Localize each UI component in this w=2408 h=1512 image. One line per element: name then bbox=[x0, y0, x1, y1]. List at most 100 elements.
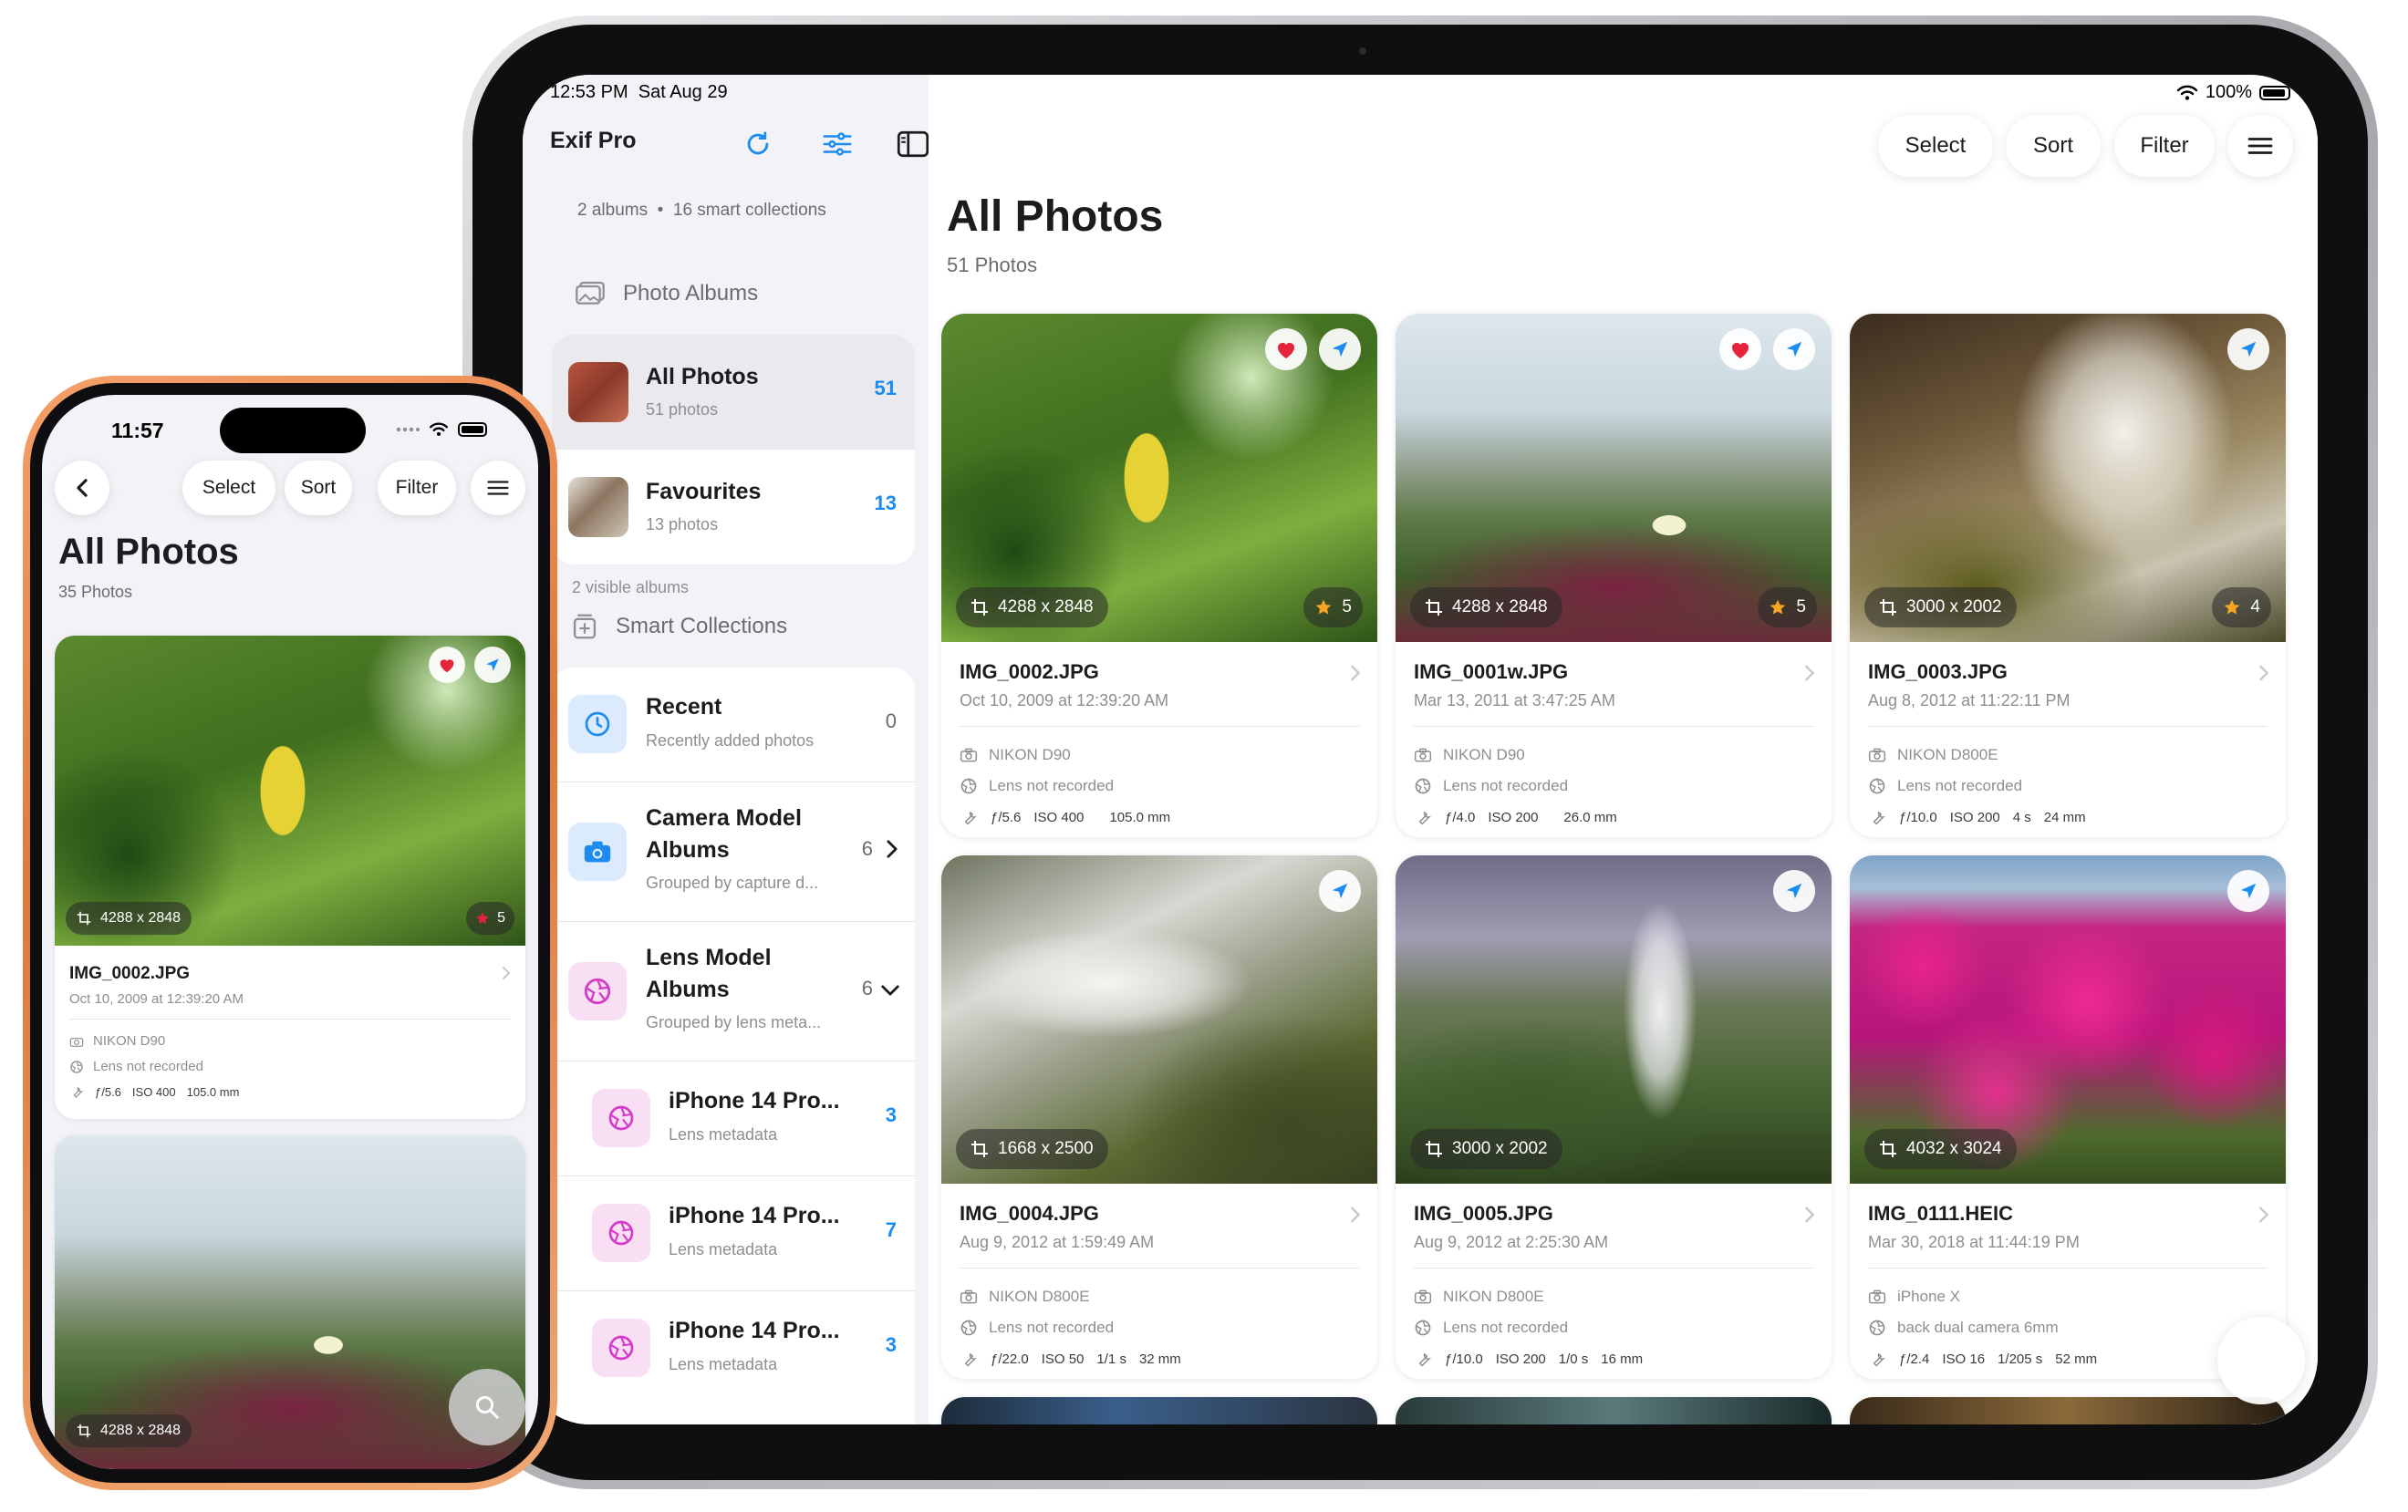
refresh-icon[interactable] bbox=[738, 124, 778, 164]
photo-card[interactable]: 3000 x 2002 4 IMG_0003.JPG Aug 8, 2012 a… bbox=[1850, 314, 2286, 837]
divider bbox=[69, 1019, 511, 1020]
photo-card[interactable]: 1668 x 2500 IMG_0004.JPG Aug 9, 2012 at … bbox=[941, 855, 1377, 1379]
album-count: 51 bbox=[874, 377, 897, 399]
rating-badge: 5 bbox=[1303, 587, 1363, 627]
lens-row: Lens not recorded bbox=[1414, 777, 1568, 795]
photo-filename: IMG_0002.JPG bbox=[960, 660, 1099, 683]
wrench-icon bbox=[1868, 808, 1886, 826]
smart-collection-camera-model[interactable]: Camera Model Albums Grouped by capture d.… bbox=[552, 782, 915, 922]
photo-card[interactable] bbox=[1850, 1397, 2286, 1424]
collection-count: 7 bbox=[885, 1218, 897, 1241]
collection-count: 0 bbox=[885, 709, 897, 732]
favorite-heart-icon[interactable] bbox=[1265, 328, 1307, 370]
location-arrow-icon[interactable] bbox=[2227, 870, 2269, 912]
search-button[interactable] bbox=[2217, 1317, 2305, 1404]
camera-icon bbox=[960, 1289, 978, 1305]
smart-collection-lens-model[interactable]: Lens Model Albums Grouped by lens meta...… bbox=[552, 922, 915, 1062]
album-row-favourites[interactable]: Favourites 13 photos 13 bbox=[552, 450, 915, 564]
filter-button[interactable]: Filter bbox=[2114, 115, 2215, 177]
smart-collection-recent[interactable]: Recent Recently added photos 0 bbox=[552, 668, 915, 782]
smart-collections-header: Smart Collections bbox=[572, 613, 787, 640]
photo-thumbnail bbox=[941, 1397, 1377, 1424]
main-content: 100% Select Sort Filter All Photos 51 Ph… bbox=[929, 75, 2318, 1424]
chevron-right-icon[interactable] bbox=[886, 839, 898, 859]
crop-icon bbox=[970, 1140, 989, 1158]
chevron-left-icon bbox=[76, 478, 88, 498]
camera-row: NIKON D800E bbox=[1868, 746, 1998, 764]
album-name: All Photos bbox=[646, 364, 759, 389]
menu-button[interactable] bbox=[2227, 115, 2293, 177]
photo-filename: IMG_0003.JPG bbox=[1868, 660, 2008, 683]
lens-row: Lens not recorded bbox=[1868, 777, 2022, 795]
albums-list: All Photos 51 photos 51 Favourites 13 ph… bbox=[552, 335, 915, 564]
photo-card[interactable]: 4288 x 2848 5 IMG_0002.JPG Oct 10, 2009 … bbox=[941, 314, 1377, 837]
chevron-right-icon bbox=[2258, 664, 2269, 682]
location-arrow-icon[interactable] bbox=[1773, 328, 1815, 370]
crop-icon bbox=[1425, 598, 1443, 616]
dimensions-badge: 1668 x 2500 bbox=[956, 1129, 1108, 1169]
smart-collection-lens-2[interactable]: iPhone 14 Pro... Lens metadata 7 bbox=[552, 1176, 915, 1291]
album-row-all-photos[interactable]: All Photos 51 photos 51 bbox=[552, 335, 915, 450]
camera-row: NIKON D90 bbox=[69, 1033, 165, 1049]
photo-card[interactable] bbox=[941, 1397, 1377, 1424]
chevron-right-icon bbox=[1804, 1206, 1815, 1224]
location-arrow-icon[interactable] bbox=[1773, 870, 1815, 912]
album-count: 13 bbox=[874, 492, 897, 514]
battery-icon bbox=[458, 422, 487, 437]
divider bbox=[960, 1268, 1359, 1269]
iphone-screen: 11:57 Select Sort Filter All Photos 35 P… bbox=[42, 395, 538, 1469]
menu-button[interactable] bbox=[471, 461, 525, 515]
camera-icon bbox=[1868, 747, 1886, 763]
location-arrow-icon[interactable] bbox=[1319, 328, 1361, 370]
select-button[interactable]: Select bbox=[182, 461, 275, 515]
photo-thumbnail bbox=[55, 636, 525, 946]
photo-date: Oct 10, 2009 at 12:39:20 AM bbox=[69, 991, 244, 1007]
photo-card[interactable]: 4032 x 3024 IMG_0111.HEIC Mar 30, 2018 a… bbox=[1850, 855, 2286, 1379]
sidebar-toggle-icon[interactable] bbox=[893, 124, 933, 164]
divider bbox=[1868, 1268, 2268, 1269]
rating-badge: 5 bbox=[466, 902, 514, 935]
photo-filename: IMG_0005.JPG bbox=[1414, 1202, 1553, 1225]
smart-collection-lens-1[interactable]: iPhone 14 Pro... Lens metadata 3 bbox=[552, 1062, 915, 1176]
photo-albums-icon bbox=[576, 281, 605, 306]
photo-date: Aug 8, 2012 at 11:22:11 PM bbox=[1868, 691, 2071, 709]
filter-button[interactable]: Filter bbox=[378, 461, 456, 515]
select-button[interactable]: Select bbox=[1878, 115, 1993, 177]
lens-row: Lens not recorded bbox=[69, 1059, 203, 1074]
favorite-heart-icon[interactable] bbox=[429, 647, 465, 683]
photo-card[interactable]: 4288 x 2848 5 IMG_0002.JPG Oct 10, 2009 … bbox=[55, 636, 525, 1119]
favorite-heart-icon[interactable] bbox=[1719, 328, 1761, 370]
exif-row: ƒ/2.4 ISO 16 1/205 s 52 mm bbox=[1868, 1350, 2097, 1368]
crop-icon bbox=[1879, 598, 1897, 616]
photo-date: Mar 13, 2011 at 3:47:25 AM bbox=[1414, 691, 1615, 709]
location-arrow-icon[interactable] bbox=[1319, 870, 1361, 912]
back-button[interactable] bbox=[55, 461, 109, 515]
photo-card[interactable]: 4288 x 2848 5 IMG_0001w.JPG Mar 13, 2011… bbox=[1396, 314, 1832, 837]
sort-button[interactable]: Sort bbox=[2006, 115, 2101, 177]
photo-date: Aug 9, 2012 at 1:59:49 AM bbox=[960, 1233, 1155, 1251]
chevron-down-icon[interactable] bbox=[880, 984, 900, 997]
photo-card[interactable] bbox=[1396, 1397, 1832, 1424]
rating-badge: 4 bbox=[2212, 587, 2271, 627]
sort-button[interactable]: Sort bbox=[285, 461, 352, 515]
ipad-screen: 12:53 PM Sat Aug 29 Exif Pro 2 albums • … bbox=[523, 75, 2318, 1424]
photo-card[interactable]: 3000 x 2002 IMG_0005.JPG Aug 9, 2012 at … bbox=[1396, 855, 1832, 1379]
smart-collection-lens-3[interactable]: iPhone 14 Pro... Lens metadata 3 bbox=[552, 1291, 915, 1406]
chevron-right-icon bbox=[1804, 664, 1815, 682]
divider bbox=[960, 726, 1359, 727]
lens-row: Lens not recorded bbox=[960, 1319, 1114, 1337]
search-button[interactable] bbox=[449, 1369, 525, 1445]
aperture-icon bbox=[592, 1089, 650, 1147]
photo-albums-header: Photo Albums bbox=[576, 281, 758, 306]
page-title: All Photos bbox=[58, 532, 239, 572]
aperture-icon bbox=[960, 777, 978, 795]
wrench-icon bbox=[960, 1350, 978, 1368]
collection-subtitle: Lens metadata bbox=[669, 1240, 778, 1258]
location-arrow-icon[interactable] bbox=[474, 647, 511, 683]
collection-count: 3 bbox=[885, 1103, 897, 1126]
collection-subtitle: Lens metadata bbox=[669, 1355, 778, 1373]
app-title: Exif Pro bbox=[550, 128, 637, 153]
location-arrow-icon[interactable] bbox=[2227, 328, 2269, 370]
camera-icon bbox=[1414, 747, 1432, 763]
filter-sliders-icon[interactable] bbox=[817, 124, 857, 164]
